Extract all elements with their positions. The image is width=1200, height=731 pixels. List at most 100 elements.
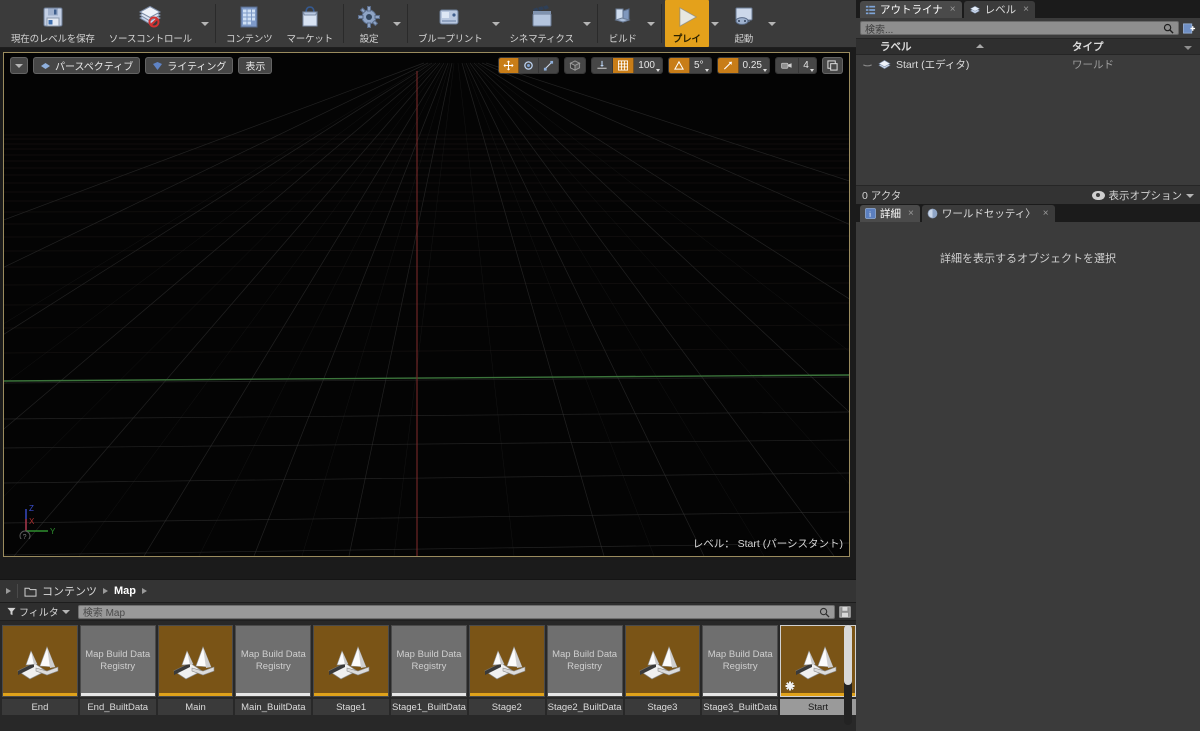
asset-thumbnail-map[interactable] [624, 625, 701, 697]
outliner-search-input[interactable]: 検索... [860, 21, 1179, 36]
camera-speed-icon[interactable] [776, 58, 799, 73]
asset-tile[interactable]: Main [157, 625, 234, 715]
asset-tile[interactable]: End [2, 625, 78, 715]
rotate-mode-button[interactable] [519, 58, 540, 73]
marketplace-button[interactable]: マーケット [279, 0, 340, 47]
tab-outliner-close[interactable]: × [950, 4, 956, 15]
launch-dropdown[interactable] [766, 0, 779, 47]
build-dropdown[interactable] [645, 0, 658, 47]
content-button[interactable]: コンテンツ [219, 0, 280, 47]
source-control-icon [137, 4, 163, 30]
asset-tile[interactable]: Map Build Data Registry Stage3_BuiltData [702, 625, 779, 715]
outliner-footer: 0 アクタ 表示オプション [856, 185, 1200, 205]
viewport-canvas[interactable] [4, 53, 849, 556]
filter-button[interactable]: フィルタ [3, 604, 74, 619]
tab-levels[interactable]: レベル × [963, 1, 1035, 18]
tab-world-settings[interactable]: ワールドセッティ〉 × [921, 205, 1055, 222]
translate-mode-button[interactable] [499, 58, 520, 73]
asset-thumbnail-map[interactable] [157, 625, 234, 697]
breadcrumb-map[interactable]: Map [114, 585, 136, 597]
save-all-icon[interactable] [839, 605, 851, 618]
tab-levels-label: レベル [984, 4, 1017, 16]
viewport-options-menu-button[interactable] [10, 57, 28, 74]
source-control-dropdown[interactable] [199, 0, 212, 47]
tab-levels-close[interactable]: × [1023, 4, 1029, 15]
launch-button[interactable]: 起動 [722, 0, 766, 47]
toolbar-separator [660, 4, 662, 43]
chevron-down-icon [15, 63, 23, 68]
breadcrumb-content[interactable]: コンテンツ [24, 583, 97, 599]
lighting-label: ライティング [167, 62, 227, 73]
settings-button[interactable]: 設定 [347, 0, 391, 47]
asset-tile[interactable]: Stage3 [624, 625, 701, 715]
perspective-label: パースペクティブ [55, 62, 134, 73]
scale-snap-value[interactable]: 0.25 [738, 58, 769, 73]
tab-details-close[interactable]: × [908, 208, 914, 219]
outliner-col-type[interactable]: タイプ [1066, 39, 1200, 54]
show-flags-button[interactable]: 表示 [238, 57, 273, 74]
asset-tile[interactable]: Map Build Data Registry End_BuiltData [79, 625, 156, 715]
content-browser-asset-grid[interactable]: End Map Build Data Registry End_BuiltData M… [0, 621, 856, 731]
camera-speed-value[interactable]: 4 [799, 58, 816, 73]
play-dropdown[interactable] [709, 0, 722, 47]
content-browser-scrollbar[interactable] [844, 625, 852, 725]
blueprint-button[interactable]: ブループリント [411, 0, 490, 47]
asset-tile[interactable]: Map Build Data Registry Stage2_BuiltData [546, 625, 623, 715]
level-viewport[interactable]: パースペクティブ ライティング 表示 100 5° 0.25 4 Z X Y ?… [3, 52, 850, 557]
surface-snap-button[interactable] [592, 58, 614, 73]
rotation-snap-value[interactable]: 5° [689, 58, 711, 73]
world-space-cube-icon[interactable] [565, 58, 586, 73]
rotation-snap-button[interactable] [668, 58, 690, 73]
asset-thumbnail-mapbuilddata[interactable]: Map Build Data Registry [79, 625, 156, 697]
toolbar-group-file: 現在のレベルを保存 ソースコントロール [4, 0, 212, 47]
tab-details[interactable]: i 詳細 × [860, 205, 920, 222]
asset-tile[interactable]: Map Build Data Registry Main_BuiltData [235, 625, 312, 715]
asset-thumbnail-mapbuilddata[interactable]: Map Build Data Registry [391, 625, 467, 697]
view-options-button[interactable]: 表示オプション [1091, 188, 1194, 203]
magnifier-icon [1163, 23, 1174, 34]
asset-thumbnail-map[interactable] [313, 625, 390, 697]
asset-thumbnail-mapbuilddata[interactable]: Map Build Data Registry [235, 625, 312, 697]
viewport-level-indicator: レベル： Start (パーシスタント) [693, 536, 843, 551]
settings-dropdown[interactable] [391, 0, 404, 47]
source-control-button[interactable]: ソースコントロール [102, 0, 199, 47]
main-toolbar: 現在のレベルを保存 ソースコントロール コンテンツ マーケット 設定 ブループリ… [0, 0, 856, 48]
outliner-row-start[interactable]: Start (エディタ) ワールド [856, 55, 1200, 73]
grid-size-value[interactable]: 100 [634, 58, 662, 73]
asset-thumbnail-mapbuilddata[interactable]: Map Build Data Registry [546, 625, 623, 697]
tab-outliner[interactable]: アウトライナ × [860, 1, 962, 18]
cinematics-button[interactable]: シネマティクス [503, 0, 581, 47]
scale-snap-button[interactable] [717, 58, 739, 73]
sort-ascending-icon [976, 44, 984, 48]
outliner-col-label[interactable]: ラベル [856, 39, 1066, 54]
scale-mode-button[interactable] [539, 58, 559, 73]
nav-forward-icon[interactable] [6, 588, 11, 594]
play-button[interactable]: プレイ [664, 0, 709, 47]
blueprint-dropdown[interactable] [490, 0, 503, 47]
cinematics-dropdown[interactable] [581, 0, 594, 47]
add-column-icon[interactable] [1183, 22, 1196, 35]
view-mode-lighting-button[interactable]: ライティング [145, 57, 234, 74]
build-button[interactable]: ビルド [601, 0, 645, 47]
visibility-dash-icon[interactable] [862, 59, 873, 69]
settings-gear-icon [357, 4, 381, 30]
chevron-down-icon [768, 21, 777, 26]
scrollbar-thumb[interactable] [844, 625, 852, 685]
content-browser-search-input[interactable]: 検索 Map [77, 604, 835, 619]
outliner-row-type: ワールド [1072, 58, 1114, 71]
breadcrumb-content-label: コンテンツ [42, 586, 97, 598]
asset-thumbnail-map[interactable] [468, 625, 545, 697]
asset-thumbnail-mapbuilddata[interactable]: Map Build Data Registry [702, 625, 779, 697]
asset-thumbnail-map[interactable] [2, 625, 78, 697]
grid-snap-button[interactable] [613, 58, 635, 73]
details-tabstrip: i 詳細 × ワールドセッティ〉 × [856, 204, 1200, 222]
maximize-viewport-button[interactable] [822, 57, 843, 74]
tab-world-settings-close[interactable]: × [1043, 208, 1049, 219]
details-info-icon: i [865, 208, 876, 219]
asset-tile[interactable]: Stage1 [313, 625, 390, 715]
asset-tile[interactable]: Map Build Data Registry Stage1_BuiltData [391, 625, 467, 715]
camera-perspective-button[interactable]: パースペクティブ [33, 57, 141, 74]
toolbar-separator [596, 4, 598, 43]
asset-tile[interactable]: Stage2 [468, 625, 545, 715]
save-current-level-button[interactable]: 現在のレベルを保存 [4, 0, 102, 47]
